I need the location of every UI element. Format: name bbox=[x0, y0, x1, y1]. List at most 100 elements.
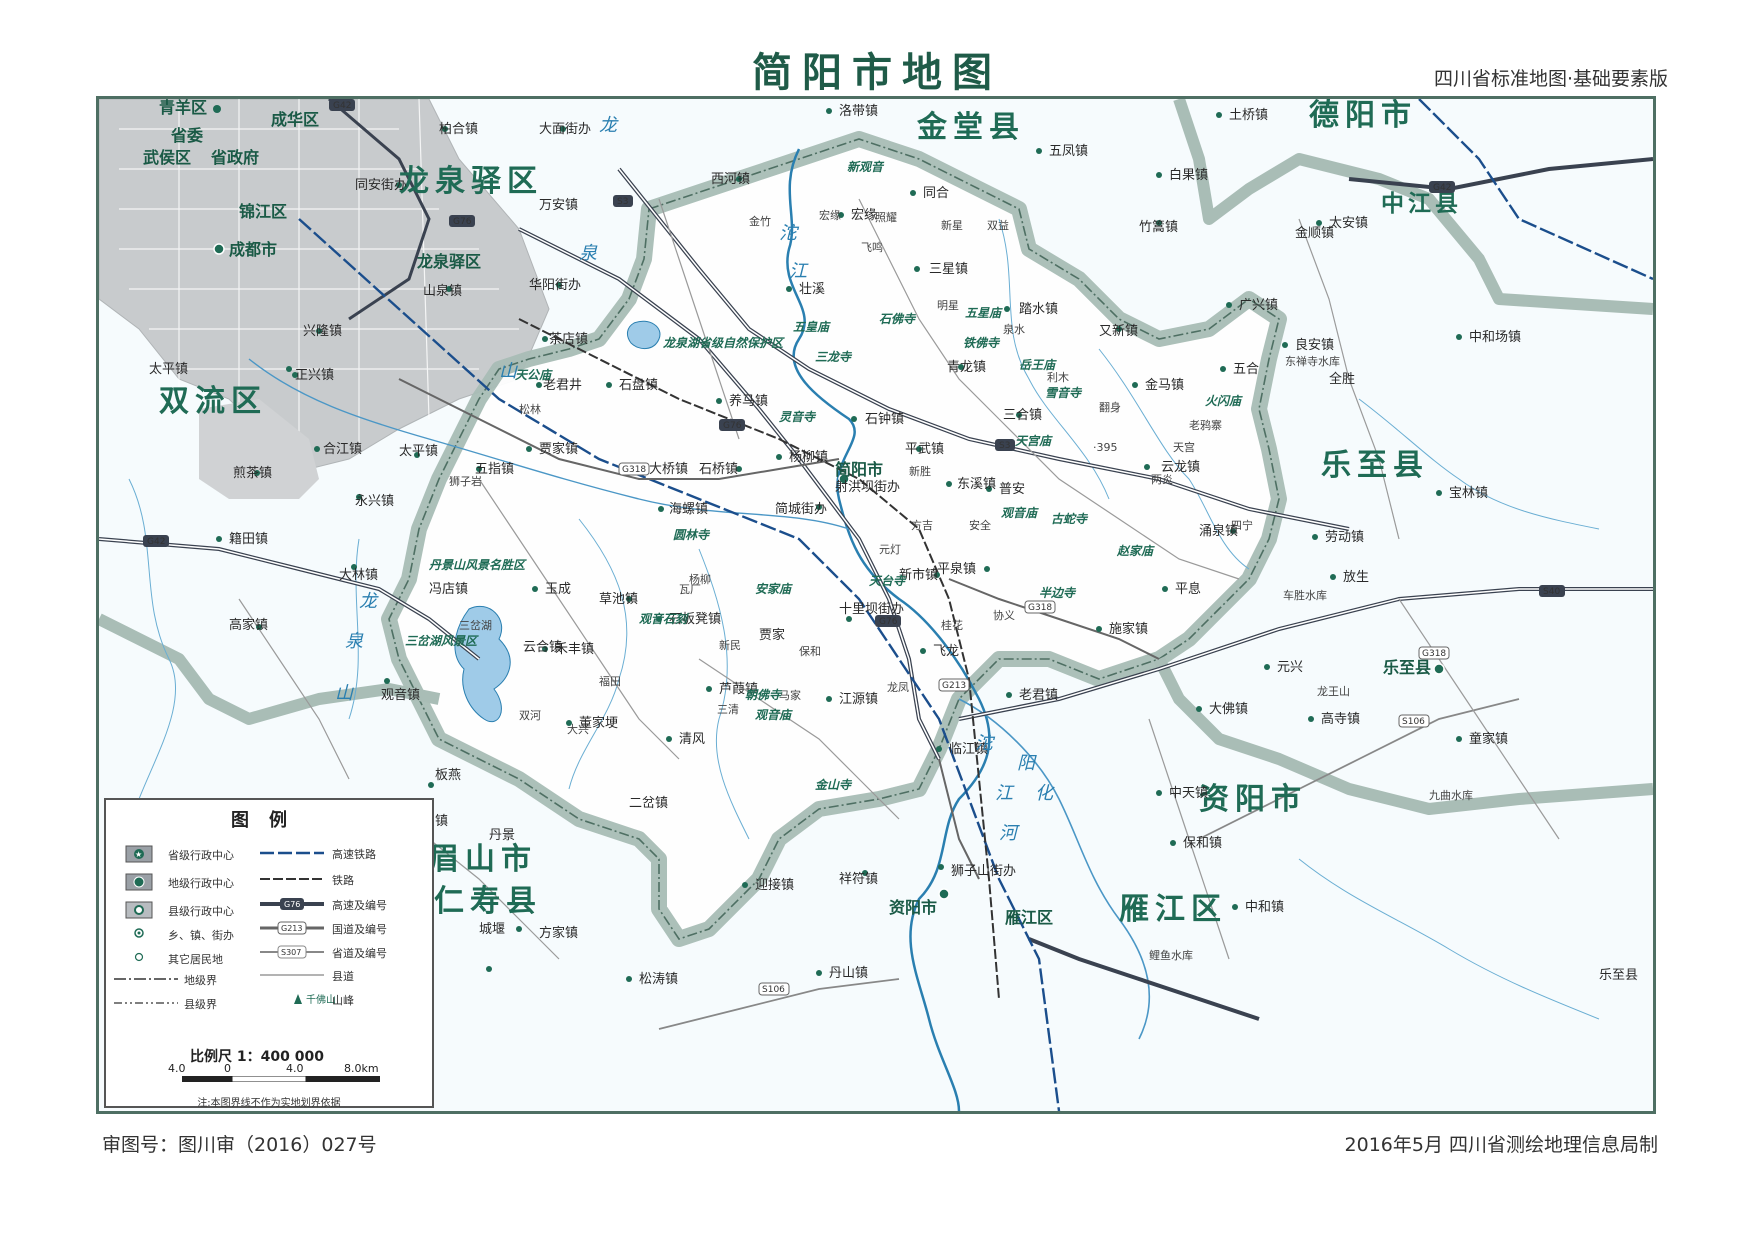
town-label: 宝林镇 bbox=[1449, 486, 1488, 501]
poi-label: 新观音 bbox=[847, 160, 885, 174]
town-label: 丹山镇 bbox=[829, 966, 868, 981]
town-label: 五合 bbox=[1233, 362, 1259, 377]
town-label: 养马镇 bbox=[729, 393, 768, 409]
village-label: 翻身 bbox=[1099, 400, 1121, 414]
town-label: 大佛镇 bbox=[1209, 702, 1248, 717]
river-label: 龙 bbox=[359, 591, 379, 612]
road-label: ·395 bbox=[1093, 441, 1118, 454]
legend-label-expwy: 高速及编号 bbox=[332, 899, 387, 912]
region-label-renshou: 仁寿县 bbox=[434, 884, 542, 919]
region-label-shuangliu: 双流区 bbox=[159, 384, 267, 419]
road-label: S106 bbox=[1402, 717, 1425, 727]
city-label-shengwei: 省委 bbox=[170, 126, 204, 145]
region-label-longquanyi: 龙泉驿区 bbox=[399, 164, 543, 199]
scale-bar bbox=[182, 1076, 380, 1082]
village-label: 新民 bbox=[719, 638, 741, 652]
town-label: 大桥镇 bbox=[649, 462, 688, 477]
city-label-longquanyi: 龙泉驿区 bbox=[416, 252, 481, 271]
town-label: 宏缘 bbox=[851, 208, 877, 223]
poi-label: 天台寺 bbox=[869, 574, 907, 588]
town-label: 祥符镇 bbox=[839, 871, 878, 887]
marker-lezhi[interactable] bbox=[1433, 663, 1445, 675]
water-label: 车胜水库 bbox=[1283, 588, 1327, 602]
river-label: 山 bbox=[499, 361, 518, 382]
town-label: 白果镇 bbox=[1169, 167, 1208, 183]
town-label: 万安镇 bbox=[539, 198, 578, 213]
village-label: 大兴 bbox=[567, 722, 589, 736]
town-label: 保和镇 bbox=[1183, 836, 1222, 851]
legend-label-prov: 省级行政中心 bbox=[168, 849, 234, 862]
poi-label: 天公庙 bbox=[515, 368, 553, 382]
poi-label: 龙泉湖省级自然保护区 bbox=[662, 336, 785, 350]
marker-chengdu[interactable] bbox=[213, 243, 225, 255]
national-road-g213 bbox=[938, 758, 980, 880]
town-label: 五凤镇 bbox=[1049, 144, 1088, 159]
town-label: 同安街办 bbox=[355, 178, 407, 193]
marker-ziyang[interactable] bbox=[938, 888, 950, 900]
town-label: 正兴镇 bbox=[295, 368, 334, 383]
town-label: 飞龙 bbox=[933, 644, 959, 659]
town-label: 青龙镇 bbox=[947, 360, 986, 375]
water-label: 三岔湖 bbox=[459, 619, 492, 632]
village-label: 金竹 bbox=[749, 214, 771, 228]
town-label: 三合镇 bbox=[1003, 408, 1042, 423]
poi-label: 观音庙 bbox=[755, 708, 793, 722]
river-label: 山 bbox=[335, 683, 354, 704]
region-label-lezhi: 乐至县 bbox=[1321, 448, 1429, 483]
city-label-chenghua: 成华区 bbox=[271, 110, 319, 129]
road-label: G318 bbox=[1028, 603, 1052, 613]
town-label: 良安镇 bbox=[1295, 337, 1334, 353]
town-label: 江源镇 bbox=[839, 692, 878, 707]
town-label: 清风 bbox=[679, 732, 705, 747]
town-label: 元兴 bbox=[1277, 660, 1303, 675]
legend-label-hsr: 高速铁路 bbox=[332, 848, 376, 861]
road-label: G318 bbox=[622, 465, 646, 475]
town-label: 西河镇 bbox=[711, 172, 750, 187]
provincial-road-icon: S307 bbox=[260, 945, 324, 959]
poi-label: 天宫庙 bbox=[1015, 434, 1053, 448]
road-label: G42 bbox=[333, 101, 351, 111]
village-label: 两炎 bbox=[1151, 473, 1173, 486]
railway-icon bbox=[260, 878, 324, 880]
poi-label: 金山寺 bbox=[815, 778, 853, 792]
town-label: 太安镇 bbox=[1329, 216, 1368, 231]
map-edition: 四川省标准地图·基础要素版 bbox=[1433, 68, 1668, 90]
town-label: 贾家 bbox=[759, 627, 785, 643]
road-label: G76 bbox=[723, 421, 742, 431]
village-label: 保和 bbox=[799, 644, 821, 658]
scale-tick-3: 4.0 bbox=[286, 1062, 304, 1075]
region-label-jintang: 金堂县 bbox=[916, 110, 1025, 145]
county-road-icon bbox=[260, 974, 324, 976]
town-label: 兴隆镇 bbox=[303, 324, 342, 339]
highway-s40-south bbox=[1028, 937, 1260, 1021]
scale-tick-4: 8.0km bbox=[344, 1062, 379, 1075]
poi-label: 圆林寺 bbox=[673, 528, 711, 542]
village-label: 三清 bbox=[717, 703, 739, 716]
legend-prov-sample: S307 bbox=[281, 948, 301, 957]
town-label: 全胜 bbox=[1329, 371, 1355, 387]
road-label: G213 bbox=[942, 681, 966, 691]
map-legend: 图例 ★ 省级行政中心 地级行政中心 县级行政中心 乡、镇、街办 其它居民地 地… bbox=[104, 798, 434, 1109]
town-label: 合江镇 bbox=[323, 442, 362, 457]
marker-qingyang[interactable] bbox=[213, 105, 221, 113]
village-label: 新星 bbox=[941, 218, 963, 232]
poi-label: 朝佛寺 bbox=[745, 688, 783, 702]
poi-label: 安家庙 bbox=[755, 582, 793, 596]
town-label: 华阳街办 bbox=[529, 278, 581, 293]
city-label-shengzhengfu: 省政府 bbox=[210, 148, 259, 167]
town-label: 太平镇 bbox=[399, 444, 438, 459]
water-label: 鲤鱼水库 bbox=[1149, 948, 1193, 962]
town-label: 东溪镇 bbox=[957, 477, 996, 492]
scale-tick-2: 0 bbox=[224, 1062, 231, 1075]
road-label: G76 bbox=[879, 617, 898, 627]
village-label: 马家 bbox=[779, 688, 801, 702]
publisher-info: 2016年5月 四川省测绘地理信息局制 bbox=[1344, 1134, 1658, 1156]
town-label: 山泉镇 bbox=[423, 283, 462, 299]
scale-tick-1: 4.0 bbox=[168, 1062, 186, 1075]
poi-label: 赵家庙 bbox=[1116, 544, 1155, 558]
poi-label: 龙王山 bbox=[1317, 685, 1350, 698]
poi-label: 岳王庙 bbox=[1019, 358, 1057, 372]
poi-label: 三岔湖风景区 bbox=[405, 634, 479, 648]
svg-text:★: ★ bbox=[135, 850, 142, 859]
town-label: 丹景 bbox=[489, 828, 515, 843]
